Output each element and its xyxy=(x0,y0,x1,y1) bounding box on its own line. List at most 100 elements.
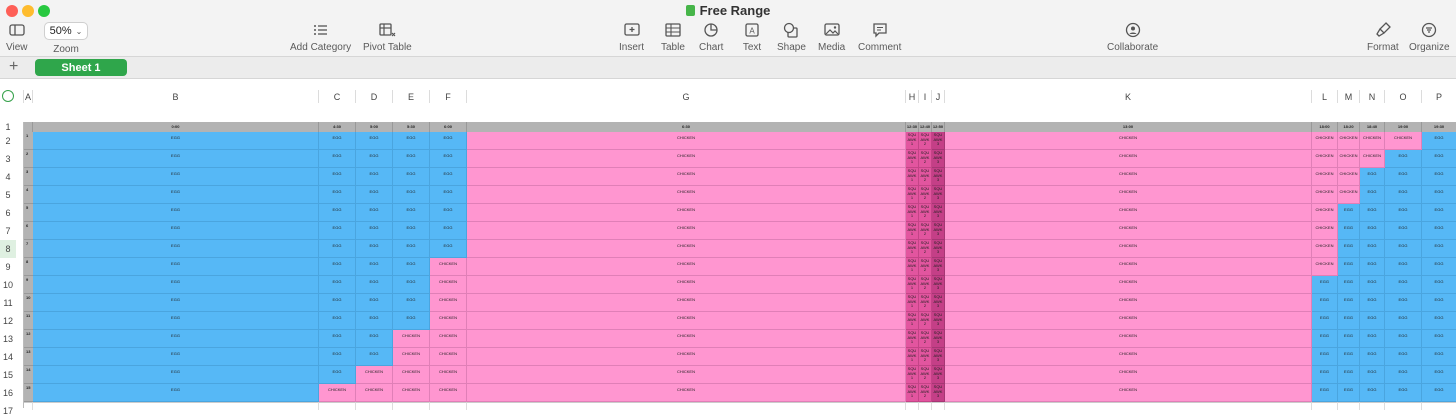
egg-cell[interactable]: EGG xyxy=(356,276,393,294)
egg-cell[interactable]: EGG xyxy=(393,204,430,222)
chicken-cell[interactable]: CHICKEN xyxy=(467,258,906,276)
empty-cell[interactable] xyxy=(1422,402,1456,410)
squawk_2-cell[interactable]: SQU AWK 2 xyxy=(919,204,932,222)
egg-cell[interactable]: EGG xyxy=(33,132,319,150)
egg-cell[interactable]: EGG xyxy=(1422,258,1456,276)
chicken-cell[interactable]: CHICKEN xyxy=(467,384,906,402)
egg-cell[interactable]: EGG xyxy=(1422,348,1456,366)
egg-cell[interactable]: EGG xyxy=(1338,276,1360,294)
chicken-cell[interactable]: CHICKEN xyxy=(393,384,430,402)
collaborate-button[interactable]: Collaborate xyxy=(1107,20,1158,53)
chicken-cell[interactable]: CHICKEN xyxy=(1312,240,1338,258)
egg-cell[interactable]: EGG xyxy=(1385,348,1422,366)
egg-cell[interactable]: EGG xyxy=(1338,384,1360,402)
squawk_3-cell[interactable]: SQU AWK 3 xyxy=(932,330,945,348)
egg-cell[interactable]: EGG xyxy=(319,348,356,366)
chicken-cell[interactable]: CHICKEN xyxy=(430,258,467,276)
time-header-cell[interactable]: 19:00 xyxy=(1385,122,1422,132)
squawk_1-cell[interactable]: SQU AWK 1 xyxy=(906,294,919,312)
chicken-cell[interactable]: CHICKEN xyxy=(467,150,906,168)
squawk_1-cell[interactable]: SQU AWK 1 xyxy=(906,258,919,276)
squawk_3-cell[interactable]: SQU AWK 3 xyxy=(932,168,945,186)
pivot-table-button[interactable]: Pivot Table xyxy=(363,20,412,53)
comment-button[interactable]: Comment xyxy=(858,20,901,53)
empty-cell[interactable] xyxy=(1312,402,1338,410)
egg-cell[interactable]: EGG xyxy=(1385,150,1422,168)
egg-cell[interactable]: EGG xyxy=(393,222,430,240)
row-number-cell[interactable]: 12 xyxy=(24,330,33,348)
squawk_3-cell[interactable]: SQU AWK 3 xyxy=(932,204,945,222)
row-header[interactable]: 10 xyxy=(0,276,16,294)
squawk_1-cell[interactable]: SQU AWK 1 xyxy=(906,348,919,366)
egg-cell[interactable]: EGG xyxy=(356,168,393,186)
egg-cell[interactable]: EGG xyxy=(33,366,319,384)
chicken-cell[interactable]: CHICKEN xyxy=(945,204,1312,222)
egg-cell[interactable]: EGG xyxy=(356,132,393,150)
squawk_3-cell[interactable]: SQU AWK 3 xyxy=(932,294,945,312)
egg-cell[interactable]: EGG xyxy=(356,150,393,168)
egg-cell[interactable]: EGG xyxy=(319,222,356,240)
time-header-cell[interactable]: 18:40 xyxy=(1360,122,1385,132)
egg-cell[interactable]: EGG xyxy=(33,222,319,240)
egg-cell[interactable]: EGG xyxy=(33,240,319,258)
egg-cell[interactable]: EGG xyxy=(1422,312,1456,330)
egg-cell[interactable]: EGG xyxy=(1312,366,1338,384)
chicken-cell[interactable]: CHICKEN xyxy=(945,258,1312,276)
egg-cell[interactable]: EGG xyxy=(430,186,467,204)
egg-cell[interactable]: EGG xyxy=(393,132,430,150)
time-header-cell[interactable]: 5:30 xyxy=(393,122,430,132)
row-header[interactable]: 7 xyxy=(0,222,16,240)
chicken-cell[interactable]: CHICKEN xyxy=(1385,132,1422,150)
squawk_2-cell[interactable]: SQU AWK 2 xyxy=(919,312,932,330)
column-header[interactable]: C xyxy=(318,90,355,103)
empty-cell[interactable] xyxy=(1385,402,1422,410)
row-header[interactable]: 14 xyxy=(0,348,16,366)
egg-cell[interactable]: EGG xyxy=(393,150,430,168)
row-number-cell[interactable]: 4 xyxy=(24,186,33,204)
row-header[interactable]: 12 xyxy=(0,312,16,330)
egg-cell[interactable]: EGG xyxy=(1312,384,1338,402)
squawk_2-cell[interactable]: SQU AWK 2 xyxy=(919,150,932,168)
chicken-cell[interactable]: CHICKEN xyxy=(1338,150,1360,168)
egg-cell[interactable]: EGG xyxy=(1360,204,1385,222)
squawk_3-cell[interactable]: SQU AWK 3 xyxy=(932,186,945,204)
egg-cell[interactable]: EGG xyxy=(1360,384,1385,402)
egg-cell[interactable]: EGG xyxy=(393,168,430,186)
egg-cell[interactable]: EGG xyxy=(1338,240,1360,258)
chicken-cell[interactable]: CHICKEN xyxy=(467,366,906,384)
squawk_3-cell[interactable]: SQU AWK 3 xyxy=(932,132,945,150)
chicken-cell[interactable]: CHICKEN xyxy=(430,294,467,312)
egg-cell[interactable]: EGG xyxy=(319,240,356,258)
squawk_3-cell[interactable]: SQU AWK 3 xyxy=(932,384,945,402)
egg-cell[interactable]: EGG xyxy=(356,258,393,276)
egg-cell[interactable]: EGG xyxy=(1312,312,1338,330)
squawk_2-cell[interactable]: SQU AWK 2 xyxy=(919,348,932,366)
egg-cell[interactable]: EGG xyxy=(1422,168,1456,186)
empty-cell[interactable] xyxy=(430,402,467,410)
egg-cell[interactable]: EGG xyxy=(356,348,393,366)
egg-cell[interactable]: EGG xyxy=(1312,348,1338,366)
egg-cell[interactable]: EGG xyxy=(1422,330,1456,348)
column-header[interactable]: E xyxy=(392,90,429,103)
chicken-cell[interactable]: CHICKEN xyxy=(945,222,1312,240)
egg-cell[interactable]: EGG xyxy=(1360,258,1385,276)
column-header[interactable]: H xyxy=(905,90,918,103)
row-header[interactable]: 8 xyxy=(0,240,16,258)
egg-cell[interactable]: EGG xyxy=(1422,204,1456,222)
egg-cell[interactable]: EGG xyxy=(1422,366,1456,384)
column-header[interactable]: B xyxy=(32,90,318,103)
chicken-cell[interactable]: CHICKEN xyxy=(467,168,906,186)
organize-button[interactable]: Organize xyxy=(1409,20,1450,53)
chicken-cell[interactable]: CHICKEN xyxy=(467,312,906,330)
egg-cell[interactable]: EGG xyxy=(1338,222,1360,240)
row-header[interactable]: 13 xyxy=(0,330,16,348)
egg-cell[interactable]: EGG xyxy=(319,204,356,222)
chicken-cell[interactable]: CHICKEN xyxy=(945,366,1312,384)
chicken-cell[interactable]: CHICKEN xyxy=(467,222,906,240)
time-header-cell[interactable]: 18:00 xyxy=(1312,122,1338,132)
egg-cell[interactable]: EGG xyxy=(1312,330,1338,348)
squawk_1-cell[interactable]: SQU AWK 1 xyxy=(906,132,919,150)
row-header[interactable]: 17 xyxy=(0,402,16,416)
time-header-cell[interactable]: 0:00 xyxy=(33,122,319,132)
squawk_3-cell[interactable]: SQU AWK 3 xyxy=(932,366,945,384)
